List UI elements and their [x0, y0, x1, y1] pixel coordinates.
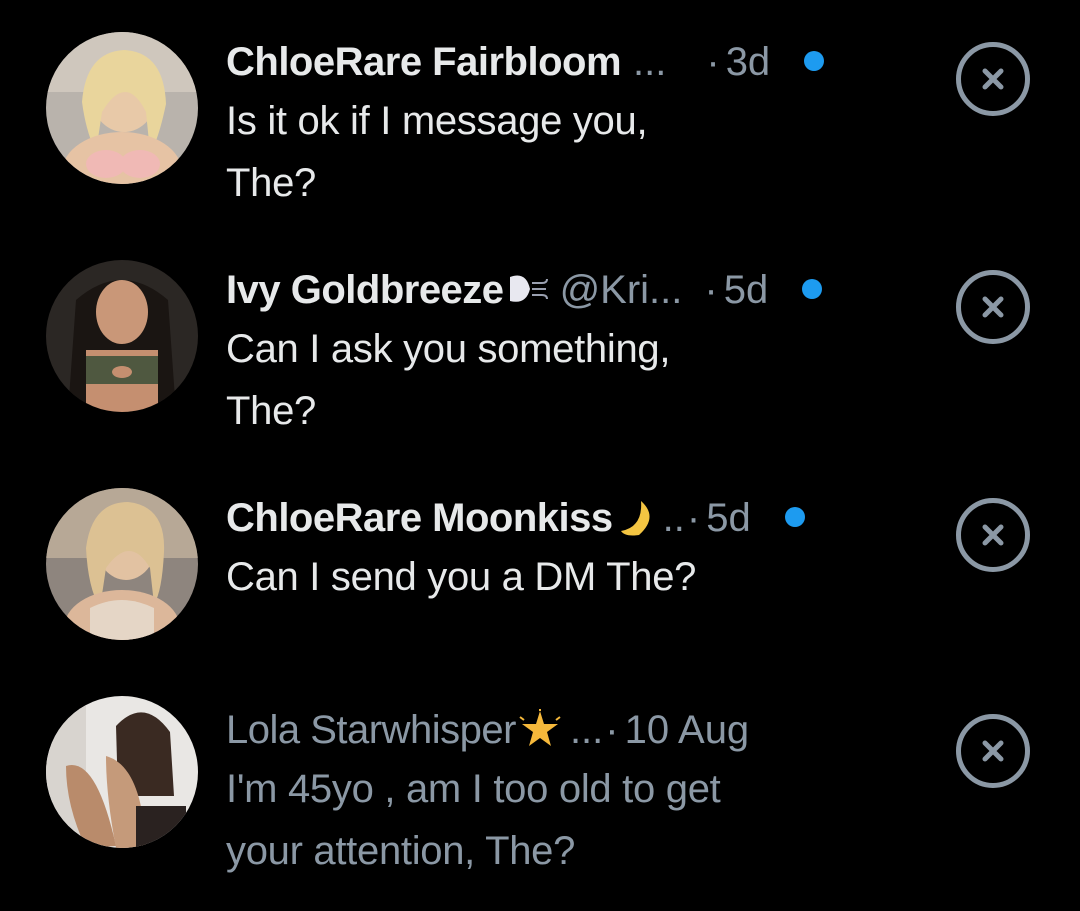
- header-line: Lola Starwhisper ... · 10 Aug: [226, 702, 926, 758]
- header-line: ChloeRare Fairbloom ... · 3d: [226, 34, 926, 90]
- list-item[interactable]: ChloeRare Fairbloom ... · 3d Is it ok if…: [0, 0, 1080, 228]
- glowing-star-icon: [519, 709, 561, 746]
- avatar[interactable]: [46, 32, 198, 184]
- dismiss-button[interactable]: [956, 270, 1030, 344]
- message-line-1: Can I send you a DM The?: [226, 555, 697, 599]
- separator-dot: ·: [706, 40, 720, 84]
- wind-face-icon: [509, 275, 548, 302]
- message-line-2: The?: [226, 161, 316, 205]
- dismiss-button[interactable]: [956, 42, 1030, 116]
- user-handle: @Kri...: [559, 268, 683, 312]
- timestamp: 5d: [723, 268, 769, 312]
- timestamp: 5d: [706, 496, 751, 540]
- truncation-ellipsis: ...: [633, 40, 667, 84]
- timestamp: 3d: [725, 40, 771, 84]
- truncation-ellipsis: ..: [662, 496, 685, 540]
- avatar[interactable]: [46, 696, 198, 848]
- avatar[interactable]: [46, 260, 198, 412]
- close-icon: [982, 740, 1004, 762]
- message-line-1: I'm 45yo , am I too old to get: [226, 767, 721, 811]
- close-icon: [982, 524, 1004, 546]
- separator-dot: ·: [686, 496, 701, 540]
- close-icon: [982, 296, 1004, 318]
- message-preview[interactable]: ChloeRare Moonkiss .. · 5d Can I send yo…: [226, 490, 926, 608]
- unread-indicator: [784, 507, 805, 527]
- message-request-list: ChloeRare Fairbloom ... · 3d Is it ok if…: [0, 0, 1080, 911]
- display-name: ChloeRare Fairbloom: [226, 40, 622, 84]
- message-line-1: Can I ask you something,: [226, 327, 671, 371]
- message-line-1: Is it ok if I message you,: [226, 99, 648, 143]
- separator-dot: ·: [704, 268, 718, 312]
- avatar[interactable]: [46, 488, 198, 640]
- header-line: Ivy Goldbreeze @Kri... · 5d: [226, 262, 926, 318]
- separator-dot: ·: [605, 708, 619, 752]
- display-name: Ivy Goldbreeze: [226, 268, 504, 312]
- message-line-2: The?: [226, 389, 316, 433]
- dismiss-button[interactable]: [956, 498, 1030, 572]
- message-line-2: your attention, The?: [226, 829, 576, 873]
- close-icon: [982, 68, 1004, 90]
- list-item[interactable]: Lola Starwhisper ... · 10 Aug I'm 45yo ,…: [0, 684, 1080, 911]
- unread-indicator: [802, 279, 823, 299]
- dismiss-button[interactable]: [956, 714, 1030, 788]
- unread-indicator: [804, 51, 825, 71]
- timestamp: 10 Aug: [624, 708, 750, 752]
- truncation-ellipsis: ...: [569, 708, 604, 752]
- list-item[interactable]: Ivy Goldbreeze @Kri... · 5d Can I ask yo…: [0, 228, 1080, 456]
- message-preview[interactable]: ChloeRare Fairbloom ... · 3d Is it ok if…: [226, 34, 926, 214]
- display-name: ChloeRare Moonkiss: [226, 496, 613, 540]
- message-preview[interactable]: Lola Starwhisper ... · 10 Aug I'm 45yo ,…: [226, 702, 926, 882]
- header-line: ChloeRare Moonkiss .. · 5d: [226, 490, 926, 546]
- list-item[interactable]: ChloeRare Moonkiss .. · 5d Can I send yo…: [0, 456, 1080, 684]
- crescent-moon-icon: [620, 501, 650, 536]
- message-preview[interactable]: Ivy Goldbreeze @Kri... · 5d Can I ask yo…: [226, 262, 926, 442]
- display-name: Lola Starwhisper: [226, 708, 516, 752]
